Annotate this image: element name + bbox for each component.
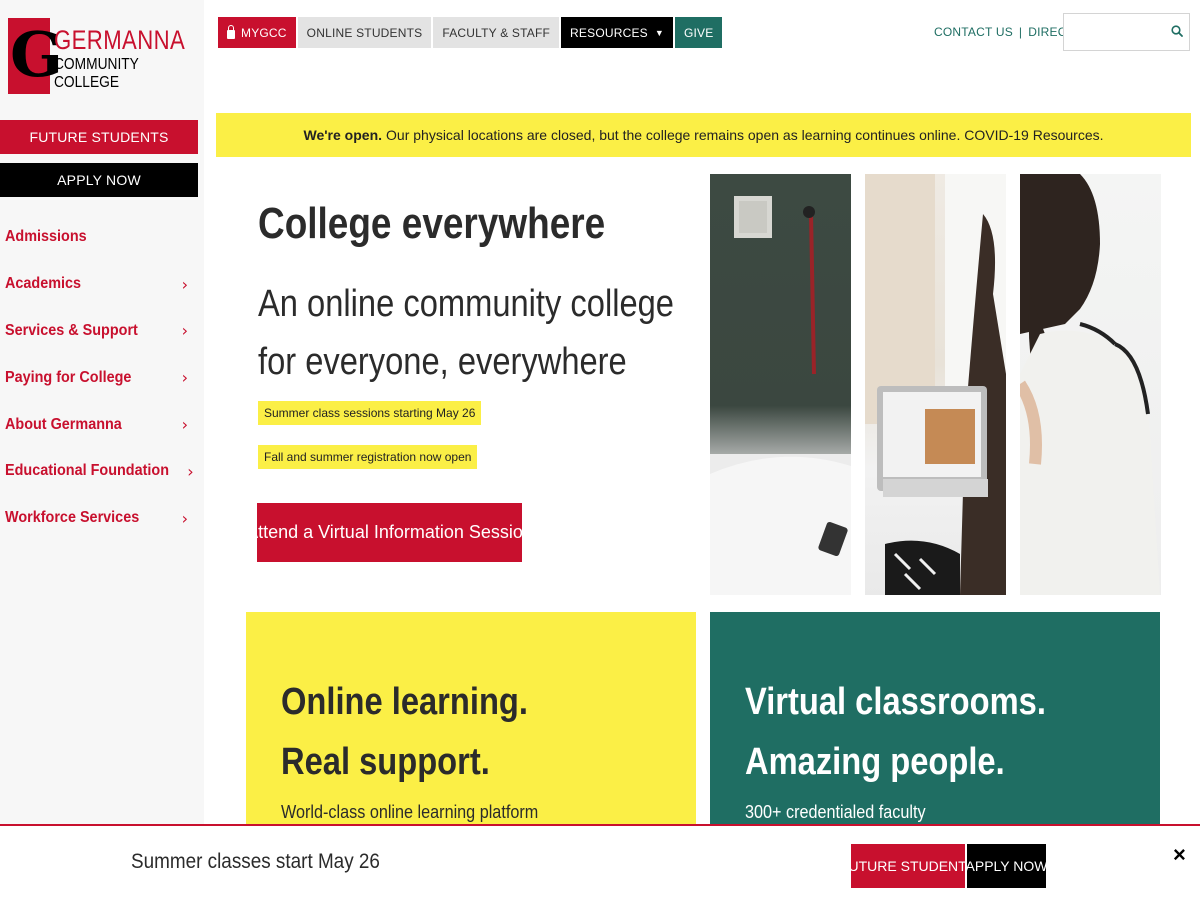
chevron-right-icon[interactable]: › — [182, 509, 188, 528]
chevron-right-icon[interactable]: › — [182, 275, 188, 294]
sidebar-item-label: Workforce Services — [5, 509, 140, 527]
alert-bold: We're open. — [303, 127, 383, 143]
virtual-classrooms-card[interactable]: Virtual classrooms. Amazing people. 300+… — [710, 612, 1160, 842]
hero-photo-panel-left — [710, 174, 851, 595]
bottom-apply-now-button[interactable]: APPLY NOW — [966, 844, 1047, 888]
sidebar-apply-now-button[interactable]: APPLY NOW — [0, 163, 198, 197]
logo-letter: G — [10, 18, 63, 91]
sidebar-item-academics[interactable]: Academics › — [0, 261, 200, 308]
chevron-right-icon[interactable]: › — [182, 368, 188, 387]
mygcc-label: MYGCC — [241, 25, 287, 40]
sidebar-item-label: About Germanna — [5, 415, 122, 433]
covid-alert-banner: We're open. Our physical locations are c… — [216, 113, 1191, 157]
sidebar-item-label: Paying for College — [5, 368, 132, 386]
caret-down-icon: ▼ — [654, 27, 664, 38]
hero-photo-panel-right — [1020, 174, 1161, 595]
card-heading-line1: Online learning. — [281, 681, 528, 723]
online-learning-card[interactable]: Online learning. Real support. World-cla… — [246, 612, 696, 842]
top-nav: MYGCC ONLINE STUDENTS FACULTY & STAFF RE… — [218, 17, 723, 48]
sidebar-item-admissions[interactable]: Admissions — [0, 214, 200, 261]
online-students-link[interactable]: ONLINE STUDENTS — [297, 17, 432, 48]
bottom-bar-message: Summer classes start May 26 — [131, 850, 380, 873]
sidebar-future-students-button[interactable]: FUTURE STUDENTS — [0, 120, 198, 154]
card-heading-line2: Real support. — [281, 741, 490, 783]
search-icon[interactable] — [1171, 25, 1183, 37]
sidebar-item-label: Academics — [5, 275, 82, 293]
sidebar-item-paying-for-college[interactable]: Paying for College › — [0, 354, 200, 401]
search-input[interactable] — [1064, 14, 1164, 50]
utility-separator: | — [1018, 25, 1023, 39]
card-heading-line1: Virtual classrooms. — [745, 681, 1046, 723]
sidebar-item-label: Admissions — [5, 228, 87, 246]
sidebar-nav: Admissions Academics › Services & Suppor… — [0, 214, 200, 542]
registration-badge: Fall and summer registration now open — [258, 445, 478, 469]
chevron-right-icon[interactable]: › — [182, 321, 188, 340]
sidebar-item-workforce-services[interactable]: Workforce Services › — [0, 495, 200, 542]
sidebar-item-about-germanna[interactable]: About Germanna › — [0, 401, 200, 448]
card-description: 300+ credentialed faculty — [745, 802, 926, 822]
sidebar-item-services-support[interactable]: Services & Support › — [0, 308, 200, 355]
chevron-right-icon[interactable]: › — [187, 462, 193, 481]
hero-title: College everywhere — [258, 199, 606, 248]
resources-dropdown[interactable]: RESOURCES ▼ — [561, 17, 673, 48]
lock-icon — [227, 24, 235, 39]
hero-subtitle: An online community college for everyone… — [258, 283, 674, 383]
contact-us-link[interactable]: CONTACT US — [934, 25, 1013, 39]
search-box — [1063, 13, 1190, 51]
summer-sessions-badge: Summer class sessions starting May 26 — [258, 401, 482, 425]
college-logo[interactable]: G GERMANNA COMMUNITY COLLEGE — [8, 18, 188, 96]
sidebar: G GERMANNA COMMUNITY COLLEGE FUTURE STUD… — [0, 0, 204, 900]
sidebar-item-label: Services & Support — [5, 321, 138, 339]
logo-subtitle: COMMUNITY COLLEGE — [54, 56, 139, 91]
card-description: World-class online learning platform — [281, 802, 539, 822]
card-heading-line2: Amazing people. — [745, 741, 1005, 783]
close-icon[interactable]: × — [1173, 842, 1186, 868]
sidebar-item-educational-foundation[interactable]: Educational Foundation › — [0, 448, 200, 495]
give-button[interactable]: GIVE — [674, 17, 723, 48]
hero-photo-panel-middle — [865, 174, 1006, 595]
resources-label: RESOURCES — [570, 25, 648, 40]
faculty-staff-link[interactable]: FACULTY & STAFF — [433, 17, 560, 48]
sidebar-item-label: Educational Foundation — [5, 462, 169, 480]
sticky-bottom-bar: Summer classes start May 26 FUTURE STUDE… — [0, 824, 1200, 900]
bottom-future-students-button[interactable]: FUTURE STUDENTS — [840, 844, 976, 888]
virtual-info-session-button[interactable]: Attend a Virtual Information Session — [246, 503, 533, 562]
alert-text[interactable]: Our physical locations are closed, but t… — [386, 127, 1104, 143]
chevron-right-icon[interactable]: › — [182, 415, 188, 434]
mygcc-button[interactable]: MYGCC — [218, 17, 296, 48]
logo-name: GERMANNA — [54, 25, 186, 55]
